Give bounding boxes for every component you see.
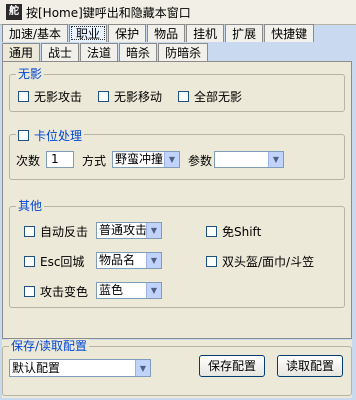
stuck-count-input[interactable]: 1 xyxy=(46,151,74,168)
tab-hangup[interactable]: 挂机 xyxy=(186,24,225,42)
tab-anti-assassin[interactable]: 防暗杀 xyxy=(158,43,209,61)
noshadow-legend: 无影 xyxy=(16,67,45,81)
app-icon: 舵 xyxy=(6,4,22,20)
no-shift-option[interactable]: 免Shift xyxy=(206,223,261,240)
chevron-down-icon: ▼ xyxy=(146,253,161,268)
auto-counter-select[interactable]: 普通攻击 ▼ xyxy=(96,222,162,239)
attack-color-option[interactable]: 攻击变色 xyxy=(24,283,88,300)
esc-return-option[interactable]: Esc回城 xyxy=(24,253,84,270)
stuck-method-label: 方式 xyxy=(82,154,107,168)
double-head-label: 双头盔/面巾/斗笠 xyxy=(222,255,315,269)
esc-return-select[interactable]: 物品名 ▼ xyxy=(96,252,162,269)
stuck-param-select[interactable]: ▼ xyxy=(214,151,284,168)
other-group: 其他 自动反击 普通攻击 ▼ Esc回城 物品名 ▼ 攻击变色 蓝色 ▼ 免Sh… xyxy=(9,199,345,308)
tab-extend[interactable]: 扩展 xyxy=(225,24,264,42)
config-select[interactable]: 默认配置 ▼ xyxy=(9,359,151,377)
no-shift-checkbox[interactable] xyxy=(206,226,217,237)
tab-speed-basic[interactable]: 加速/基本 xyxy=(2,24,69,42)
attack-color-value: 蓝色 xyxy=(99,283,124,297)
noshadow-all-checkbox[interactable] xyxy=(178,91,189,102)
double-head-checkbox[interactable] xyxy=(206,256,217,267)
tab-profession[interactable]: 职业 xyxy=(69,24,108,42)
stuck-method-select[interactable]: 野蛮冲撞 ▼ xyxy=(112,151,180,168)
general-panel: 无影 无影攻击 无影移动 全部无影 卡位处理 次数 1 方式 野蛮冲撞 ▼ 参数… xyxy=(2,61,352,339)
config-group: 保存/读取配置 默认配置 ▼ 保存配置 读取配置 xyxy=(2,339,352,396)
attack-color-label: 攻击变色 xyxy=(40,285,89,299)
double-head-option[interactable]: 双头盔/面巾/斗笠 xyxy=(206,253,314,270)
noshadow-group: 无影 无影攻击 无影移动 全部无影 xyxy=(9,67,345,112)
stuck-legend-option[interactable]: 卡位处理 xyxy=(16,127,85,144)
auto-counter-label: 自动反击 xyxy=(40,225,89,239)
chevron-down-icon: ▼ xyxy=(268,152,283,167)
noshadow-attack-label: 无影攻击 xyxy=(34,90,83,104)
noshadow-attack-option[interactable]: 无影攻击 xyxy=(18,88,82,105)
tab-hotkeys[interactable]: 快捷键 xyxy=(264,24,315,42)
noshadow-move-option[interactable]: 无影移动 xyxy=(98,88,162,105)
title-bar: 舵 按[Home]键呼出和隐藏本窗口 xyxy=(0,0,356,25)
tab-protect[interactable]: 保护 xyxy=(108,24,147,42)
tab-mage-taoist[interactable]: 法道 xyxy=(80,43,119,61)
stuck-count-label: 次数 xyxy=(16,154,41,168)
auto-counter-checkbox[interactable] xyxy=(24,226,35,237)
stuck-legend: 卡位处理 xyxy=(34,129,83,143)
stuck-param-label: 参数 xyxy=(188,154,213,168)
esc-return-value: 物品名 xyxy=(99,253,136,267)
other-legend: 其他 xyxy=(16,199,45,213)
chevron-down-icon: ▼ xyxy=(146,283,161,298)
esc-return-label: Esc回城 xyxy=(40,255,85,269)
stuck-method-value: 野蛮冲撞 xyxy=(115,152,164,166)
config-legend: 保存/读取配置 xyxy=(9,339,90,353)
chevron-down-icon: ▼ xyxy=(146,223,161,238)
config-select-value: 默认配置 xyxy=(12,360,61,375)
stuck-checkbox[interactable] xyxy=(18,130,29,141)
stuck-group: 卡位处理 次数 1 方式 野蛮冲撞 ▼ 参数 ▼ xyxy=(9,127,345,180)
noshadow-move-checkbox[interactable] xyxy=(98,91,109,102)
config-panel: 保存/读取配置 默认配置 ▼ 保存配置 读取配置 xyxy=(2,339,352,398)
tab-general[interactable]: 通用 xyxy=(2,43,41,61)
esc-return-checkbox[interactable] xyxy=(24,256,35,267)
tab-row-main: 加速/基本 职业 保护 物品 挂机 扩展 快捷键 xyxy=(2,24,315,43)
tab-row-sub: 通用 战士 法道 暗杀 防暗杀 xyxy=(2,43,209,62)
tab-assassin[interactable]: 暗杀 xyxy=(119,43,158,61)
tab-items[interactable]: 物品 xyxy=(147,24,186,42)
chevron-down-icon: ▼ xyxy=(164,152,179,167)
chevron-down-icon: ▼ xyxy=(135,360,150,376)
noshadow-all-option[interactable]: 全部无影 xyxy=(178,88,242,105)
auto-counter-value: 普通攻击 xyxy=(99,223,146,237)
noshadow-move-label: 无影移动 xyxy=(114,90,163,104)
noshadow-all-label: 全部无影 xyxy=(194,90,243,104)
window-title: 按[Home]键呼出和隐藏本窗口 xyxy=(26,5,191,20)
save-config-button[interactable]: 保存配置 xyxy=(199,355,265,377)
attack-color-checkbox[interactable] xyxy=(24,286,35,297)
auto-counter-option[interactable]: 自动反击 xyxy=(24,223,88,240)
no-shift-label: 免Shift xyxy=(222,225,262,239)
noshadow-attack-checkbox[interactable] xyxy=(18,91,29,102)
attack-color-select[interactable]: 蓝色 ▼ xyxy=(96,282,162,299)
load-config-button[interactable]: 读取配置 xyxy=(277,355,343,377)
tab-warrior[interactable]: 战士 xyxy=(41,43,80,61)
